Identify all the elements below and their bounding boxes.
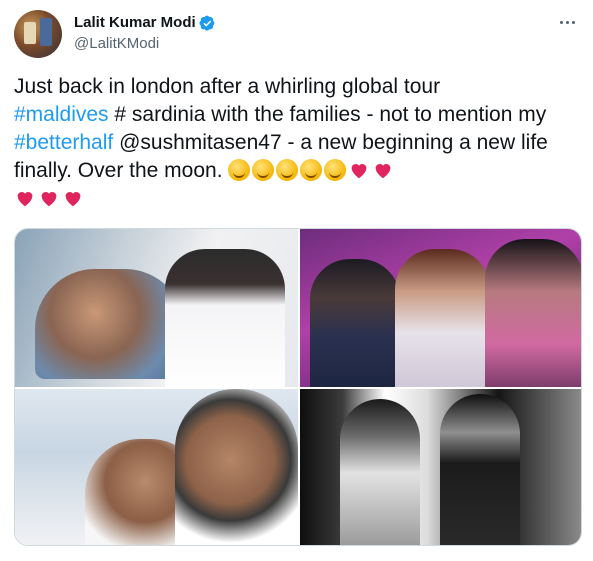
photo-figure [35, 269, 185, 379]
mention-sushmitasen47[interactable]: @sushmitasen47 [113, 131, 282, 154]
photo-figure [340, 399, 420, 545]
verified-badge-icon [199, 15, 215, 31]
hashtag-maldives[interactable]: #maldives [14, 103, 109, 126]
heart-eyes-icon [276, 159, 299, 181]
photo-figure [175, 389, 298, 545]
photo-figure [485, 239, 581, 387]
sparkling-heart-icon [14, 187, 36, 209]
revolving-hearts-icon [372, 159, 394, 181]
photo-selfie-sunglasses[interactable] [15, 389, 298, 545]
author-display-name[interactable]: Lalit Kumar Modi [74, 14, 196, 32]
tweet-text-segment-2: # sardinia with the families - not to me… [108, 103, 547, 126]
photo-event-conversation[interactable] [300, 229, 581, 387]
media-grid [14, 228, 582, 546]
photo-figure [395, 249, 490, 387]
more-options-icon[interactable] [555, 12, 579, 32]
smiling-face-with-hearts-icon [324, 159, 347, 181]
avatar[interactable] [14, 10, 62, 58]
tweet-text-line1: Just back in london after a whirling glo… [14, 75, 441, 98]
photo-figure [440, 394, 520, 545]
photo-figure [165, 249, 285, 387]
face-blowing-kiss-icon [252, 159, 275, 181]
two-hearts-icon [348, 159, 370, 181]
heart-with-ribbon-icon [62, 187, 84, 209]
tweet-text: Just back in london after a whirling glo… [14, 73, 580, 213]
photo-figure [310, 259, 400, 387]
heart-eyes-icon [300, 159, 323, 181]
heart-with-arrow-icon [38, 187, 60, 209]
photo-couple-resting[interactable] [15, 229, 298, 387]
author-name-row: Lalit Kumar Modi [74, 14, 216, 32]
smiling-face-with-hearts-icon [228, 159, 251, 181]
author-handle[interactable]: @LalitKModi [74, 35, 159, 52]
tweet-card: Lalit Kumar Modi @LalitKModi Just back i… [0, 0, 593, 561]
hashtag-betterhalf[interactable]: #betterhalf [14, 131, 113, 154]
photo-black-and-white[interactable] [300, 389, 581, 545]
